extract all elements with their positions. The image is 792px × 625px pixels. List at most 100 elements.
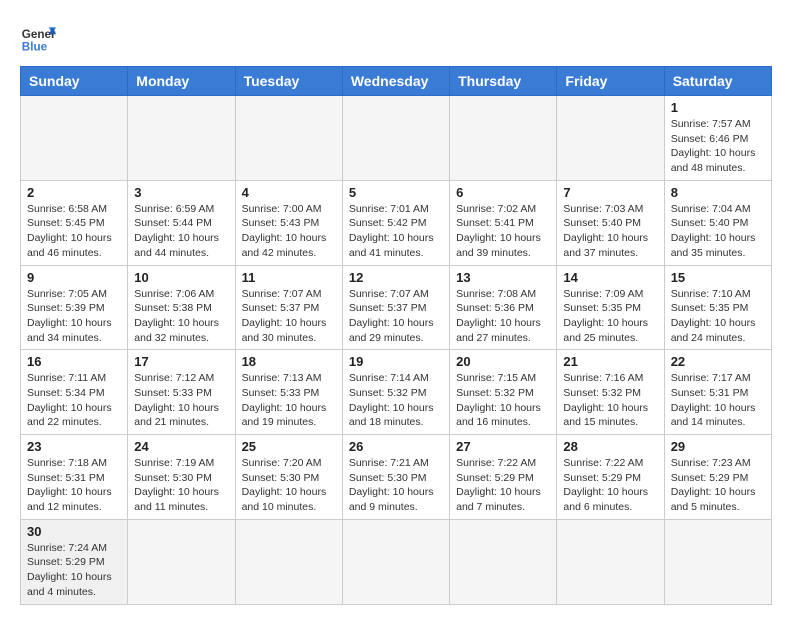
day-number: 12: [349, 270, 443, 285]
day-cell: 16 Sunrise: 7:11 AM Sunset: 5:34 PM Dayli…: [21, 350, 128, 435]
day-cell: 28 Sunrise: 7:22 AM Sunset: 5:29 PM Dayli…: [557, 435, 664, 520]
day-cell: 29 Sunrise: 7:23 AM Sunset: 5:29 PM Dayli…: [664, 435, 771, 520]
day-info: Sunrise: 7:11 AM Sunset: 5:34 PM Dayligh…: [27, 371, 121, 430]
day-cell: 30 Sunrise: 7:24 AM Sunset: 5:29 PM Dayli…: [21, 519, 128, 604]
day-cell: [235, 96, 342, 181]
day-cell: 7 Sunrise: 7:03 AM Sunset: 5:40 PM Daylig…: [557, 180, 664, 265]
day-cell: 1 Sunrise: 7:57 AM Sunset: 6:46 PM Daylig…: [664, 96, 771, 181]
day-cell: 9Sunrise: 7:05 AM Sunset: 5:39 PM Daylig…: [21, 265, 128, 350]
logo-icon: General Blue: [20, 20, 56, 56]
day-cell: 12 Sunrise: 7:07 AM Sunset: 5:37 PM Dayli…: [342, 265, 449, 350]
day-cell: 8Sunrise: 7:04 AM Sunset: 5:40 PM Daylig…: [664, 180, 771, 265]
day-info: Sunrise: 7:24 AM Sunset: 5:29 PM Dayligh…: [27, 541, 121, 600]
day-number: 14: [563, 270, 657, 285]
day-cell: [450, 519, 557, 604]
day-info: Sunrise: 7:07 AM Sunset: 5:37 PM Dayligh…: [242, 287, 336, 346]
day-info: Sunrise: 7:03 AM Sunset: 5:40 PM Dayligh…: [563, 202, 657, 261]
day-number: 10: [134, 270, 228, 285]
day-cell: 5Sunrise: 7:01 AM Sunset: 5:42 PM Daylig…: [342, 180, 449, 265]
day-cell: 4Sunrise: 7:00 AM Sunset: 5:43 PM Daylig…: [235, 180, 342, 265]
day-number: 6: [456, 185, 550, 200]
day-number: 2: [27, 185, 121, 200]
day-cell: [21, 96, 128, 181]
day-info: Sunrise: 7:02 AM Sunset: 5:41 PM Dayligh…: [456, 202, 550, 261]
svg-text:Blue: Blue: [22, 41, 48, 54]
col-header-wednesday: Wednesday: [342, 67, 449, 96]
day-cell: 17Sunrise: 7:12 AM Sunset: 5:33 PM Dayli…: [128, 350, 235, 435]
day-cell: 18 Sunrise: 7:13 AM Sunset: 5:33 PM Dayli…: [235, 350, 342, 435]
day-cell: 2 Sunrise: 6:58 AM Sunset: 5:45 PM Daylig…: [21, 180, 128, 265]
day-info: Sunrise: 7:21 AM Sunset: 5:30 PM Dayligh…: [349, 456, 443, 515]
day-number: 13: [456, 270, 550, 285]
day-cell: 27 Sunrise: 7:22 AM Sunset: 5:29 PM Dayli…: [450, 435, 557, 520]
day-cell: [664, 519, 771, 604]
col-header-monday: Monday: [128, 67, 235, 96]
col-header-friday: Friday: [557, 67, 664, 96]
day-cell: [128, 96, 235, 181]
day-cell: 23Sunrise: 7:18 AM Sunset: 5:31 PM Dayli…: [21, 435, 128, 520]
day-info: Sunrise: 7:07 AM Sunset: 5:37 PM Dayligh…: [349, 287, 443, 346]
col-header-saturday: Saturday: [664, 67, 771, 96]
day-info: Sunrise: 7:23 AM Sunset: 5:29 PM Dayligh…: [671, 456, 765, 515]
day-number: 29: [671, 439, 765, 454]
day-info: Sunrise: 7:15 AM Sunset: 5:32 PM Dayligh…: [456, 371, 550, 430]
day-number: 24: [134, 439, 228, 454]
day-info: Sunrise: 6:58 AM Sunset: 5:45 PM Dayligh…: [27, 202, 121, 261]
day-info: Sunrise: 7:22 AM Sunset: 5:29 PM Dayligh…: [456, 456, 550, 515]
day-number: 7: [563, 185, 657, 200]
day-cell: [342, 96, 449, 181]
col-header-thursday: Thursday: [450, 67, 557, 96]
day-info: Sunrise: 7:08 AM Sunset: 5:36 PM Dayligh…: [456, 287, 550, 346]
day-cell: 13 Sunrise: 7:08 AM Sunset: 5:36 PM Dayli…: [450, 265, 557, 350]
day-number: 19: [349, 354, 443, 369]
day-info: Sunrise: 7:16 AM Sunset: 5:32 PM Dayligh…: [563, 371, 657, 430]
day-cell: 22Sunrise: 7:17 AM Sunset: 5:31 PM Dayli…: [664, 350, 771, 435]
week-row-4: 16 Sunrise: 7:11 AM Sunset: 5:34 PM Dayli…: [21, 350, 772, 435]
col-header-sunday: Sunday: [21, 67, 128, 96]
week-row-6: 30 Sunrise: 7:24 AM Sunset: 5:29 PM Dayli…: [21, 519, 772, 604]
day-info: Sunrise: 7:05 AM Sunset: 5:39 PM Dayligh…: [27, 287, 121, 346]
day-info: Sunrise: 6:59 AM Sunset: 5:44 PM Dayligh…: [134, 202, 228, 261]
day-cell: 19 Sunrise: 7:14 AM Sunset: 5:32 PM Dayli…: [342, 350, 449, 435]
day-cell: [557, 519, 664, 604]
day-info: Sunrise: 7:57 AM Sunset: 6:46 PM Dayligh…: [671, 117, 765, 176]
day-number: 20: [456, 354, 550, 369]
day-number: 30: [27, 524, 121, 539]
day-cell: 6 Sunrise: 7:02 AM Sunset: 5:41 PM Daylig…: [450, 180, 557, 265]
day-cell: 26 Sunrise: 7:21 AM Sunset: 5:30 PM Dayli…: [342, 435, 449, 520]
day-info: Sunrise: 7:18 AM Sunset: 5:31 PM Dayligh…: [27, 456, 121, 515]
day-cell: 10 Sunrise: 7:06 AM Sunset: 5:38 PM Dayli…: [128, 265, 235, 350]
day-info: Sunrise: 7:13 AM Sunset: 5:33 PM Dayligh…: [242, 371, 336, 430]
day-info: Sunrise: 7:06 AM Sunset: 5:38 PM Dayligh…: [134, 287, 228, 346]
week-row-5: 23Sunrise: 7:18 AM Sunset: 5:31 PM Dayli…: [21, 435, 772, 520]
calendar: SundayMondayTuesdayWednesdayThursdayFrid…: [20, 66, 772, 605]
day-number: 15: [671, 270, 765, 285]
day-number: 28: [563, 439, 657, 454]
day-info: Sunrise: 7:14 AM Sunset: 5:32 PM Dayligh…: [349, 371, 443, 430]
day-info: Sunrise: 7:09 AM Sunset: 5:35 PM Dayligh…: [563, 287, 657, 346]
day-cell: [128, 519, 235, 604]
day-cell: 11 Sunrise: 7:07 AM Sunset: 5:37 PM Dayli…: [235, 265, 342, 350]
day-number: 1: [671, 100, 765, 115]
day-cell: 14 Sunrise: 7:09 AM Sunset: 5:35 PM Dayli…: [557, 265, 664, 350]
day-number: 25: [242, 439, 336, 454]
header: General Blue: [20, 20, 772, 56]
day-number: 4: [242, 185, 336, 200]
day-info: Sunrise: 7:01 AM Sunset: 5:42 PM Dayligh…: [349, 202, 443, 261]
day-info: Sunrise: 7:10 AM Sunset: 5:35 PM Dayligh…: [671, 287, 765, 346]
week-row-2: 2 Sunrise: 6:58 AM Sunset: 5:45 PM Daylig…: [21, 180, 772, 265]
day-cell: 15 Sunrise: 7:10 AM Sunset: 5:35 PM Dayli…: [664, 265, 771, 350]
week-row-1: 1 Sunrise: 7:57 AM Sunset: 6:46 PM Daylig…: [21, 96, 772, 181]
day-number: 21: [563, 354, 657, 369]
day-number: 16: [27, 354, 121, 369]
col-header-tuesday: Tuesday: [235, 67, 342, 96]
day-number: 27: [456, 439, 550, 454]
day-number: 26: [349, 439, 443, 454]
day-cell: 25Sunrise: 7:20 AM Sunset: 5:30 PM Dayli…: [235, 435, 342, 520]
day-number: 11: [242, 270, 336, 285]
calendar-header-row: SundayMondayTuesdayWednesdayThursdayFrid…: [21, 67, 772, 96]
day-number: 18: [242, 354, 336, 369]
day-info: Sunrise: 7:22 AM Sunset: 5:29 PM Dayligh…: [563, 456, 657, 515]
day-number: 22: [671, 354, 765, 369]
day-number: 3: [134, 185, 228, 200]
